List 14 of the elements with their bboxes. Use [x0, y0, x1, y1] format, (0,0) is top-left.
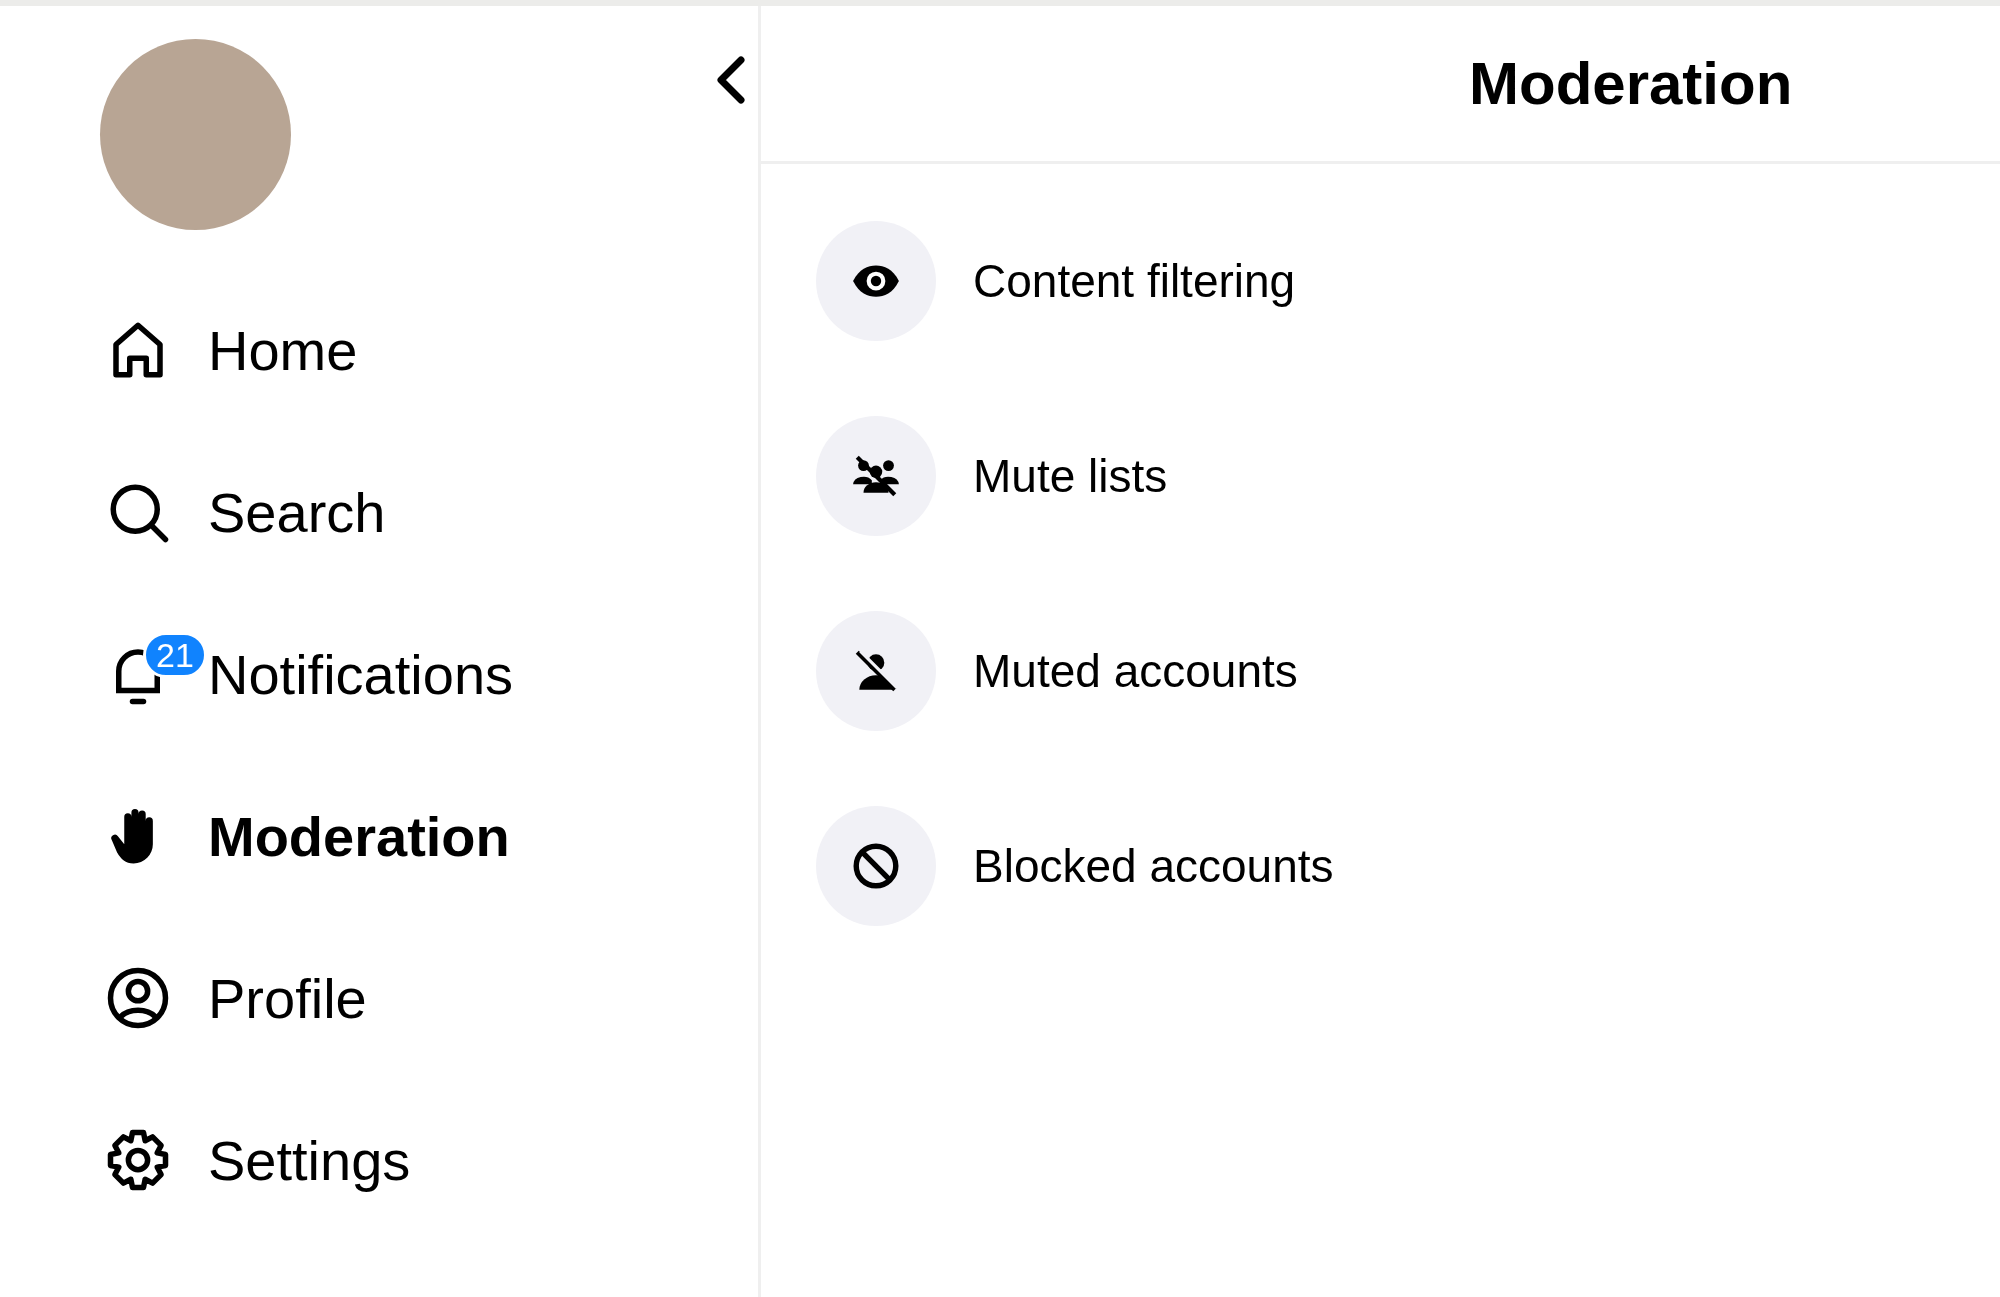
- page-title: Moderation: [1469, 49, 1793, 118]
- nav-item[interactable]: Notifications: [208, 641, 514, 707]
- profile-icon: [105, 965, 171, 1031]
- nav-item[interactable]: Profile: [208, 965, 367, 1031]
- notification-count-badge: 21: [143, 632, 207, 678]
- nav-item[interactable]: Moderation: [208, 803, 510, 869]
- nav-item[interactable]: Settings: [208, 1127, 411, 1193]
- settings-icon: [105, 1127, 171, 1193]
- nav-item[interactable]: Home: [208, 317, 358, 383]
- nav-item[interactable]: Search: [208, 479, 386, 545]
- menu-item[interactable]: Muted accounts: [973, 643, 1298, 698]
- menu-item[interactable]: Blocked accounts: [973, 838, 1334, 893]
- menu-item[interactable]: Content filtering: [973, 253, 1296, 308]
- menu-item[interactable]: Mute lists: [973, 448, 1168, 503]
